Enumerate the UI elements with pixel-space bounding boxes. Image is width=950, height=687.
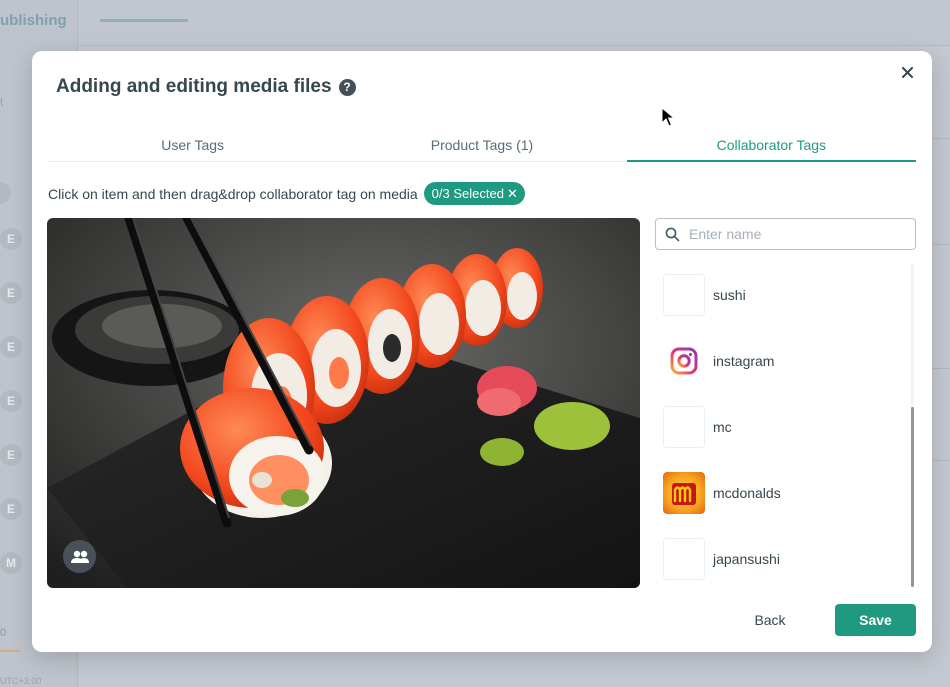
media-preview[interactable] (47, 218, 640, 588)
help-icon[interactable]: ? (338, 78, 356, 96)
background-left-text: t (0, 95, 4, 109)
list-item-instagram[interactable]: instagram (663, 340, 774, 382)
back-button[interactable]: Back (740, 604, 800, 636)
tag-thumbnail (663, 274, 705, 316)
media-edit-modal: Adding and editing media files ? User Ta… (32, 51, 932, 652)
close-icon (901, 66, 913, 78)
close-button[interactable] (898, 63, 916, 81)
list-item-mcdonalds[interactable]: mcdonalds (663, 472, 781, 514)
tag-thumbnail (663, 472, 705, 514)
users-icon (70, 550, 89, 563)
mouse-cursor-icon (661, 107, 675, 127)
background-avatar: E (0, 282, 22, 304)
background-topbar (78, 0, 950, 46)
collaborator-search (655, 218, 916, 250)
tag-label: japansushi (713, 551, 780, 567)
list-item-sushi[interactable]: sushi (663, 274, 746, 316)
background-tab-underline (100, 19, 188, 22)
instruction-text: Click on item and then drag&drop collabo… (48, 185, 418, 202)
sushi-photo (47, 218, 640, 588)
selected-count-label: 0/3 Selected (431, 186, 504, 201)
list-item-mc[interactable]: mc (663, 406, 732, 448)
tag-label: instagram (713, 353, 775, 369)
background-avatar: E (0, 444, 22, 466)
tab-collaborator-tags[interactable]: Collaborator Tags (626, 126, 917, 162)
instruction-row: Click on item and then drag&drop collabo… (48, 182, 525, 205)
background-utc: UTC+3.00 (0, 676, 42, 686)
instagram-logo-icon (670, 347, 698, 375)
mcdonalds-logo-icon (663, 472, 705, 514)
tab-user-tags[interactable]: User Tags (48, 126, 337, 161)
tab-bar: User Tags Product Tags (1) Collaborator … (48, 126, 917, 162)
collaborator-list: sushi instagram mc mcdonalds japansushi (655, 261, 916, 589)
background-avatar: E (0, 228, 22, 250)
tab-product-tags[interactable]: Product Tags (1) (337, 126, 626, 161)
tag-thumbnail (663, 406, 705, 448)
tag-label: mc (713, 419, 732, 435)
collaborator-tags-toggle[interactable] (63, 540, 96, 573)
tag-thumbnail (663, 538, 705, 580)
tag-thumbnail (663, 340, 705, 382)
modal-title: Adding and editing media files (56, 76, 332, 97)
modal-header: Adding and editing media files ? (56, 76, 356, 98)
background-avatar: E (0, 498, 22, 520)
background-accent-line (0, 650, 20, 652)
tag-label: sushi (713, 287, 746, 303)
background-avatar: M (0, 552, 22, 574)
tag-label: mcdonalds (713, 485, 781, 501)
search-input[interactable] (689, 226, 899, 242)
background-zero: 0 (0, 627, 7, 639)
background-avatar: E (0, 390, 22, 412)
selected-count-badge[interactable]: 0/3 Selected ✕ (423, 182, 525, 205)
background-brand: ublishing (0, 12, 67, 29)
background-avatar: E (0, 336, 22, 358)
background-avatar (0, 182, 11, 204)
list-item-japansushi[interactable]: japansushi (663, 538, 780, 580)
clear-selection-icon[interactable]: ✕ (507, 186, 518, 202)
list-scrollbar-thumb[interactable] (911, 407, 914, 587)
search-icon (665, 227, 680, 241)
save-button[interactable]: Save (835, 604, 916, 636)
